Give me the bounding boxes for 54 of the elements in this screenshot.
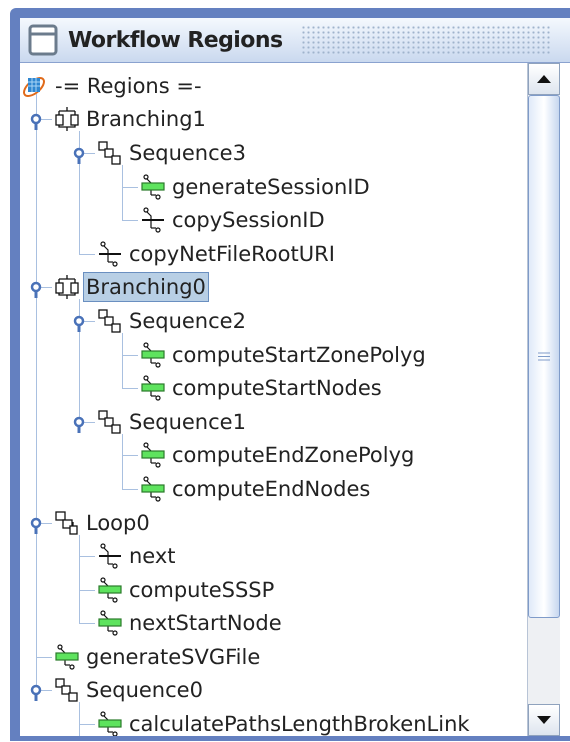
down-arrow-icon xyxy=(537,716,551,724)
expand-handle-icon[interactable] xyxy=(73,146,85,164)
tree-item[interactable]: Branching0 xyxy=(83,272,209,302)
sequence-icon xyxy=(97,140,123,166)
tree-item[interactable]: Sequence3 xyxy=(126,138,249,168)
sequence-icon xyxy=(54,677,80,704)
expand-handle-icon[interactable] xyxy=(30,684,42,702)
tree-item[interactable]: copyNetFileRootURI xyxy=(126,238,338,269)
copy-step-icon xyxy=(140,207,166,234)
task-icon xyxy=(140,442,166,468)
task-icon xyxy=(140,375,166,402)
tree-item[interactable]: computeEndNodes xyxy=(169,474,374,504)
tree-item[interactable]: generateSessionID xyxy=(169,172,373,202)
scroll-down-button[interactable] xyxy=(528,704,560,736)
expand-handle-icon[interactable] xyxy=(30,281,42,298)
tree-item[interactable]: -= Regions =- xyxy=(52,70,205,101)
copy-step-icon xyxy=(97,543,123,570)
tree-item[interactable]: Loop0 xyxy=(83,508,153,538)
sequence-icon xyxy=(97,408,123,435)
scrollbar[interactable] xyxy=(527,63,560,736)
tree-item[interactable]: Sequence0 xyxy=(83,675,206,706)
scroll-up-button[interactable] xyxy=(528,63,560,95)
task-icon xyxy=(97,576,123,603)
tree-item[interactable]: Sequence1 xyxy=(126,406,249,437)
loop-icon xyxy=(54,510,80,536)
branching-icon xyxy=(54,274,80,300)
tree-item[interactable]: computeStartZonePolyg xyxy=(169,340,429,370)
task-icon xyxy=(140,476,166,502)
task-icon xyxy=(140,342,166,368)
tree-item[interactable]: copySessionID xyxy=(169,205,328,236)
task-icon xyxy=(140,174,166,200)
copy-step-icon xyxy=(97,240,123,267)
sequence-icon xyxy=(97,308,123,334)
tree-item[interactable]: next xyxy=(126,541,179,572)
up-arrow-icon xyxy=(537,75,551,83)
expand-handle-icon[interactable] xyxy=(30,113,42,130)
tree-item[interactable]: generateSVGFile xyxy=(83,642,264,672)
expand-handle-icon[interactable] xyxy=(30,516,42,534)
window-title: Workflow Regions xyxy=(68,26,283,54)
tree-item[interactable]: computeStartNodes xyxy=(169,373,385,404)
grip-icon xyxy=(537,352,551,361)
tree-item[interactable]: computeEndZonePolyg xyxy=(169,440,418,470)
tree-item[interactable]: calculatePathsLengthBrokenLink xyxy=(126,709,473,736)
branching-icon xyxy=(54,106,80,132)
tree-item[interactable]: nextStartNode xyxy=(126,608,285,638)
tree-item[interactable]: computeSSSP xyxy=(126,574,278,605)
expand-handle-icon[interactable] xyxy=(73,314,85,332)
expand-handle-icon[interactable] xyxy=(73,416,85,433)
tree-item[interactable]: Sequence2 xyxy=(126,306,249,336)
task-icon xyxy=(97,610,123,636)
window-icon xyxy=(28,24,58,56)
tree-item[interactable]: Branching1 xyxy=(83,104,209,134)
scroll-thumb[interactable] xyxy=(528,95,560,618)
task-icon xyxy=(54,644,80,670)
